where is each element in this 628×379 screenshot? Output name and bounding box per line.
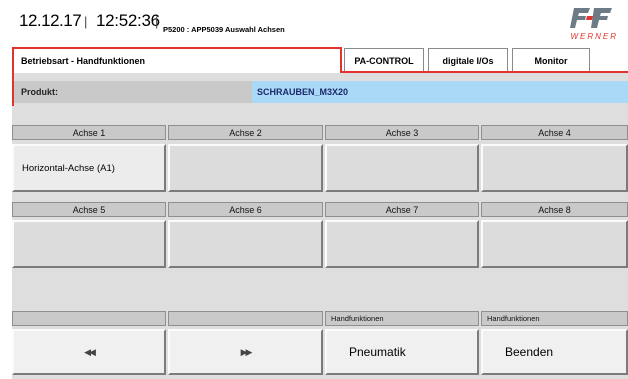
axis-5-button[interactable]: [12, 220, 166, 268]
beenden-label: Beenden: [505, 345, 554, 359]
logo-wordmark: WERNER: [570, 32, 618, 41]
beenden-button[interactable]: Beenden: [481, 329, 628, 375]
tab-digitale-ios[interactable]: digitale I/Os: [428, 48, 508, 72]
bottom-header: Handfunktionen: [325, 311, 479, 326]
rewind-icon: ◀◀: [84, 346, 96, 357]
axis-header: Achse 7: [325, 202, 479, 217]
pneumatik-button[interactable]: Pneumatik: [325, 329, 479, 375]
bottom-header: [168, 311, 323, 326]
axis-header: Achse 8: [481, 202, 628, 217]
previous-button[interactable]: ◀◀: [12, 329, 166, 375]
axis-4-button[interactable]: [481, 144, 628, 192]
axis-8-button[interactable]: [481, 220, 628, 268]
axis-label: Horizontal-Achse (A1): [22, 162, 115, 174]
axis-1-button[interactable]: Horizontal-Achse (A1): [12, 144, 166, 192]
header-separator: |: [155, 14, 159, 29]
tab-betriebsart-handfunktionen[interactable]: Betriebsart - Handfunktionen: [12, 47, 342, 72]
date-display: 12.12.17: [19, 11, 82, 30]
axis-header: Achse 5: [12, 202, 166, 217]
axis-7-button[interactable]: [325, 220, 479, 268]
axis-header: Achse 4: [481, 125, 628, 140]
tab-monitor[interactable]: Monitor: [512, 48, 590, 72]
axis-header: Achse 3: [325, 125, 479, 140]
next-button[interactable]: ▶▶: [168, 329, 323, 375]
tab-label: PA-CONTROL: [354, 55, 414, 66]
tab-label: digitale I/Os: [442, 55, 494, 66]
axis-3-button[interactable]: [325, 144, 479, 192]
product-value: SCHRAUBEN_M3X20: [252, 81, 628, 103]
bottom-header: [12, 311, 166, 326]
werner-logo: WERNER: [560, 6, 620, 42]
pneumatik-label: Pneumatik: [349, 345, 406, 359]
axis-6-button[interactable]: [168, 220, 323, 268]
screen-id-label: P5200 : APP5039 Auswahl Achsen: [163, 25, 285, 34]
header-bar: 12.12.17 | 12:52:36 | P5200 : APP5039 Au…: [0, 0, 628, 46]
axis-header: Achse 1: [12, 125, 166, 140]
fast-forward-icon: ▶▶: [240, 346, 253, 357]
tab-label: Monitor: [534, 55, 568, 66]
axis-header: Achse 2: [168, 125, 323, 140]
product-label: Produkt:: [14, 81, 252, 103]
axis-header: Achse 6: [168, 202, 323, 217]
tab-label: Betriebsart - Handfunktionen: [21, 55, 146, 66]
tab-pa-control[interactable]: PA-CONTROL: [344, 48, 424, 72]
time-display: 12:52:36: [96, 11, 160, 30]
axis-2-button[interactable]: [168, 144, 323, 192]
bottom-header: Handfunktionen: [481, 311, 628, 326]
header-separator: |: [84, 14, 88, 29]
